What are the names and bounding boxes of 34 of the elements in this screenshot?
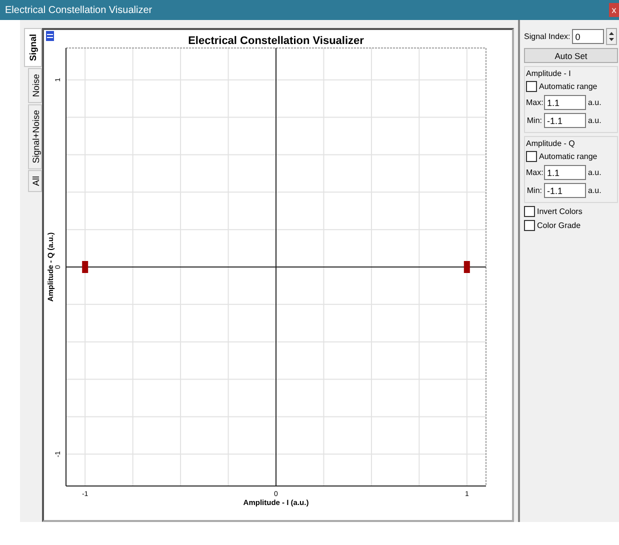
field-label: Min: — [526, 186, 542, 195]
unit-label: a.u. — [588, 98, 602, 107]
tab[interactable]: Noise — [28, 68, 42, 104]
checkbox-label: Color Grade — [537, 221, 581, 230]
field-label: Max: — [526, 168, 542, 177]
group-title: Amplitude - I — [526, 69, 572, 78]
unit-label: a.u. — [588, 186, 602, 195]
checkbox[interactable] — [526, 151, 537, 162]
signal-index-field[interactable]: 0 — [572, 29, 604, 44]
checkbox[interactable] — [526, 81, 537, 92]
checkbox-label: Automatic range — [539, 82, 598, 91]
spinner-icon[interactable] — [606, 28, 618, 45]
range-field[interactable]: 1.1 — [544, 95, 586, 110]
checkbox-label: Automatic range — [539, 152, 598, 161]
legend-icon[interactable] — [46, 31, 54, 41]
tab[interactable]: All — [28, 170, 42, 192]
checkbox[interactable] — [524, 206, 535, 217]
field-label: Max: — [526, 98, 542, 107]
group-title: Amplitude - Q — [526, 139, 576, 148]
field-label: Min: — [526, 116, 542, 125]
close-button[interactable]: x — [609, 3, 619, 17]
range-field[interactable]: -1.1 — [544, 113, 586, 128]
unit-label: a.u. — [588, 168, 602, 177]
checkbox[interactable] — [524, 220, 535, 231]
unit-label: a.u. — [588, 116, 602, 125]
window-title: Electrical Constellation Visualizer — [5, 4, 152, 16]
range-field[interactable]: 1.1 — [544, 165, 586, 180]
field-label: Signal Index: — [524, 32, 570, 41]
tab[interactable]: Signal+Noise — [28, 104, 42, 170]
chart-title: Electrical Constellation Visualizer — [188, 35, 364, 47]
auto-set-button[interactable]: Auto Set — [524, 48, 618, 63]
tab[interactable]: Signal — [24, 28, 42, 68]
range-field[interactable]: -1.1 — [544, 183, 586, 198]
checkbox-label: Invert Colors — [537, 207, 582, 216]
